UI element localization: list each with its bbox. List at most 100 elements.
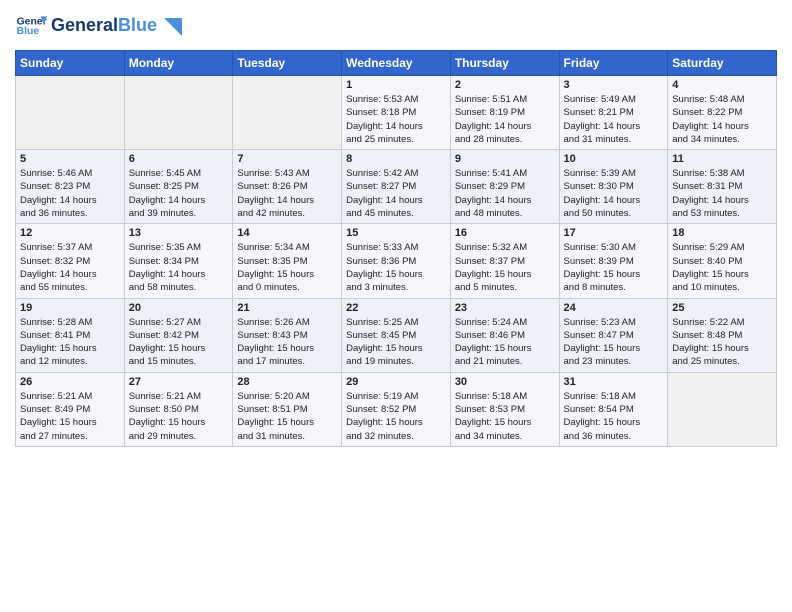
day-info: Sunrise: 5:49 AM Sunset: 8:21 PM Dayligh… xyxy=(564,93,664,146)
day-number: 21 xyxy=(237,302,337,314)
calendar-cell: 3 Sunrise: 5:49 AM Sunset: 8:21 PM Daylig… xyxy=(559,76,668,150)
day-number: 25 xyxy=(672,302,772,314)
svg-text:Blue: Blue xyxy=(17,26,40,37)
day-number: 11 xyxy=(672,153,772,165)
day-info: Sunrise: 5:25 AM Sunset: 8:45 PM Dayligh… xyxy=(346,316,446,369)
day-info: Sunrise: 5:39 AM Sunset: 8:30 PM Dayligh… xyxy=(564,167,664,220)
day-info: Sunrise: 5:21 AM Sunset: 8:50 PM Dayligh… xyxy=(129,390,229,443)
day-number: 1 xyxy=(346,79,446,91)
calendar-cell: 30Sunrise: 5:18 AM Sunset: 8:53 PM Dayli… xyxy=(450,372,559,446)
calendar-cell: 13 Sunrise: 5:35 AM Sunset: 8:34 PM Dayli… xyxy=(124,224,233,298)
weekday-header-sunday: Sunday xyxy=(16,51,125,76)
day-number: 10 xyxy=(564,153,664,165)
day-number: 24 xyxy=(564,302,664,314)
day-info: Sunrise: 5:45 AM Sunset: 8:25 PM Dayligh… xyxy=(129,167,229,220)
logo: General Blue GeneralBlue xyxy=(15,10,182,42)
day-info: Sunrise: 5:26 AM Sunset: 8:43 PM Dayligh… xyxy=(237,316,337,369)
week-row-2: 5Sunrise: 5:46 AM Sunset: 8:23 PM Daylig… xyxy=(16,150,777,224)
day-info: Sunrise: 5:37 AM Sunset: 8:32 PM Dayligh… xyxy=(20,241,120,294)
day-info: Sunrise: 5:21 AM Sunset: 8:49 PM Dayligh… xyxy=(20,390,120,443)
day-info: Sunrise: 5:43 AM Sunset: 8:26 PM Dayligh… xyxy=(237,167,337,220)
day-number: 26 xyxy=(20,376,120,388)
day-number: 20 xyxy=(129,302,229,314)
day-number: 17 xyxy=(564,227,664,239)
calendar-cell: 19 Sunrise: 5:28 AM Sunset: 8:41 PM Dayli… xyxy=(16,298,125,372)
calendar-cell: 23 Sunrise: 5:24 AM Sunset: 8:46 PM Dayli… xyxy=(450,298,559,372)
day-number: 6 xyxy=(129,153,229,165)
day-info: Sunrise: 5:18 AM Sunset: 8:54 PM Dayligh… xyxy=(564,390,664,443)
calendar-cell: 28 Sunrise: 5:20 AM Sunset: 8:51 PM Dayli… xyxy=(233,372,342,446)
calendar-cell: 10 Sunrise: 5:39 AM Sunset: 8:30 PM Dayli… xyxy=(559,150,668,224)
calendar-cell: 24 Sunrise: 5:23 AM Sunset: 8:47 PM Dayli… xyxy=(559,298,668,372)
day-info: Sunrise: 5:35 AM Sunset: 8:34 PM Dayligh… xyxy=(129,241,229,294)
day-info: Sunrise: 5:34 AM Sunset: 8:35 PM Dayligh… xyxy=(237,241,337,294)
day-info: Sunrise: 5:48 AM Sunset: 8:22 PM Dayligh… xyxy=(672,93,772,146)
day-number: 2 xyxy=(455,79,555,91)
weekday-header-monday: Monday xyxy=(124,51,233,76)
calendar-cell xyxy=(233,76,342,150)
logo-text: GeneralBlue xyxy=(51,16,182,35)
weekday-header-row: SundayMondayTuesdayWednesdayThursdayFrid… xyxy=(16,51,777,76)
day-number: 19 xyxy=(20,302,120,314)
calendar-cell: 21 Sunrise: 5:26 AM Sunset: 8:43 PM Dayli… xyxy=(233,298,342,372)
week-row-3: 12Sunrise: 5:37 AM Sunset: 8:32 PM Dayli… xyxy=(16,224,777,298)
day-info: Sunrise: 5:28 AM Sunset: 8:41 PM Dayligh… xyxy=(20,316,120,369)
calendar-cell: 17 Sunrise: 5:30 AM Sunset: 8:39 PM Dayli… xyxy=(559,224,668,298)
calendar-cell xyxy=(16,76,125,150)
day-info: Sunrise: 5:27 AM Sunset: 8:42 PM Dayligh… xyxy=(129,316,229,369)
calendar-cell: 27Sunrise: 5:21 AM Sunset: 8:50 PM Dayli… xyxy=(124,372,233,446)
day-info: Sunrise: 5:38 AM Sunset: 8:31 PM Dayligh… xyxy=(672,167,772,220)
calendar-cell: 29Sunrise: 5:19 AM Sunset: 8:52 PM Dayli… xyxy=(342,372,451,446)
calendar-cell: 9 Sunrise: 5:41 AM Sunset: 8:29 PM Daylig… xyxy=(450,150,559,224)
calendar-cell: 1 Sunrise: 5:53 AM Sunset: 8:18 PM Daylig… xyxy=(342,76,451,150)
day-number: 13 xyxy=(129,227,229,239)
day-number: 4 xyxy=(672,79,772,91)
week-row-1: 1 Sunrise: 5:53 AM Sunset: 8:18 PM Daylig… xyxy=(16,76,777,150)
day-number: 18 xyxy=(672,227,772,239)
day-number: 5 xyxy=(20,153,120,165)
day-info: Sunrise: 5:41 AM Sunset: 8:29 PM Dayligh… xyxy=(455,167,555,220)
weekday-header-tuesday: Tuesday xyxy=(233,51,342,76)
day-number: 7 xyxy=(237,153,337,165)
day-info: Sunrise: 5:24 AM Sunset: 8:46 PM Dayligh… xyxy=(455,316,555,369)
day-info: Sunrise: 5:32 AM Sunset: 8:37 PM Dayligh… xyxy=(455,241,555,294)
calendar-cell: 6 Sunrise: 5:45 AM Sunset: 8:25 PM Daylig… xyxy=(124,150,233,224)
day-info: Sunrise: 5:29 AM Sunset: 8:40 PM Dayligh… xyxy=(672,241,772,294)
day-number: 23 xyxy=(455,302,555,314)
day-info: Sunrise: 5:19 AM Sunset: 8:52 PM Dayligh… xyxy=(346,390,446,443)
day-number: 22 xyxy=(346,302,446,314)
calendar-cell: 7 Sunrise: 5:43 AM Sunset: 8:26 PM Daylig… xyxy=(233,150,342,224)
weekday-header-wednesday: Wednesday xyxy=(342,51,451,76)
day-info: Sunrise: 5:23 AM Sunset: 8:47 PM Dayligh… xyxy=(564,316,664,369)
day-number: 14 xyxy=(237,227,337,239)
calendar-cell: 8Sunrise: 5:42 AM Sunset: 8:27 PM Daylig… xyxy=(342,150,451,224)
calendar-cell xyxy=(668,372,777,446)
day-number: 16 xyxy=(455,227,555,239)
weekday-header-friday: Friday xyxy=(559,51,668,76)
page-header: General Blue GeneralBlue xyxy=(15,10,777,42)
day-info: Sunrise: 5:51 AM Sunset: 8:19 PM Dayligh… xyxy=(455,93,555,146)
calendar-cell: 18 Sunrise: 5:29 AM Sunset: 8:40 PM Dayli… xyxy=(668,224,777,298)
calendar-cell: 4 Sunrise: 5:48 AM Sunset: 8:22 PM Daylig… xyxy=(668,76,777,150)
day-info: Sunrise: 5:33 AM Sunset: 8:36 PM Dayligh… xyxy=(346,241,446,294)
day-info: Sunrise: 5:53 AM Sunset: 8:18 PM Dayligh… xyxy=(346,93,446,146)
weekday-header-thursday: Thursday xyxy=(450,51,559,76)
day-number: 3 xyxy=(564,79,664,91)
day-number: 30 xyxy=(455,376,555,388)
week-row-5: 26 Sunrise: 5:21 AM Sunset: 8:49 PM Dayli… xyxy=(16,372,777,446)
calendar-cell xyxy=(124,76,233,150)
day-info: Sunrise: 5:30 AM Sunset: 8:39 PM Dayligh… xyxy=(564,241,664,294)
day-info: Sunrise: 5:20 AM Sunset: 8:51 PM Dayligh… xyxy=(237,390,337,443)
calendar-cell: 25Sunrise: 5:22 AM Sunset: 8:48 PM Dayli… xyxy=(668,298,777,372)
calendar-cell: 12Sunrise: 5:37 AM Sunset: 8:32 PM Dayli… xyxy=(16,224,125,298)
calendar-cell: 15 Sunrise: 5:33 AM Sunset: 8:36 PM Dayli… xyxy=(342,224,451,298)
week-row-4: 19 Sunrise: 5:28 AM Sunset: 8:41 PM Dayli… xyxy=(16,298,777,372)
calendar-cell: 14 Sunrise: 5:34 AM Sunset: 8:35 PM Dayli… xyxy=(233,224,342,298)
calendar-cell: 20 Sunrise: 5:27 AM Sunset: 8:42 PM Dayli… xyxy=(124,298,233,372)
calendar-table: SundayMondayTuesdayWednesdayThursdayFrid… xyxy=(15,50,777,447)
day-number: 9 xyxy=(455,153,555,165)
day-number: 15 xyxy=(346,227,446,239)
day-number: 28 xyxy=(237,376,337,388)
calendar-cell: 26 Sunrise: 5:21 AM Sunset: 8:49 PM Dayli… xyxy=(16,372,125,446)
day-number: 8 xyxy=(346,153,446,165)
